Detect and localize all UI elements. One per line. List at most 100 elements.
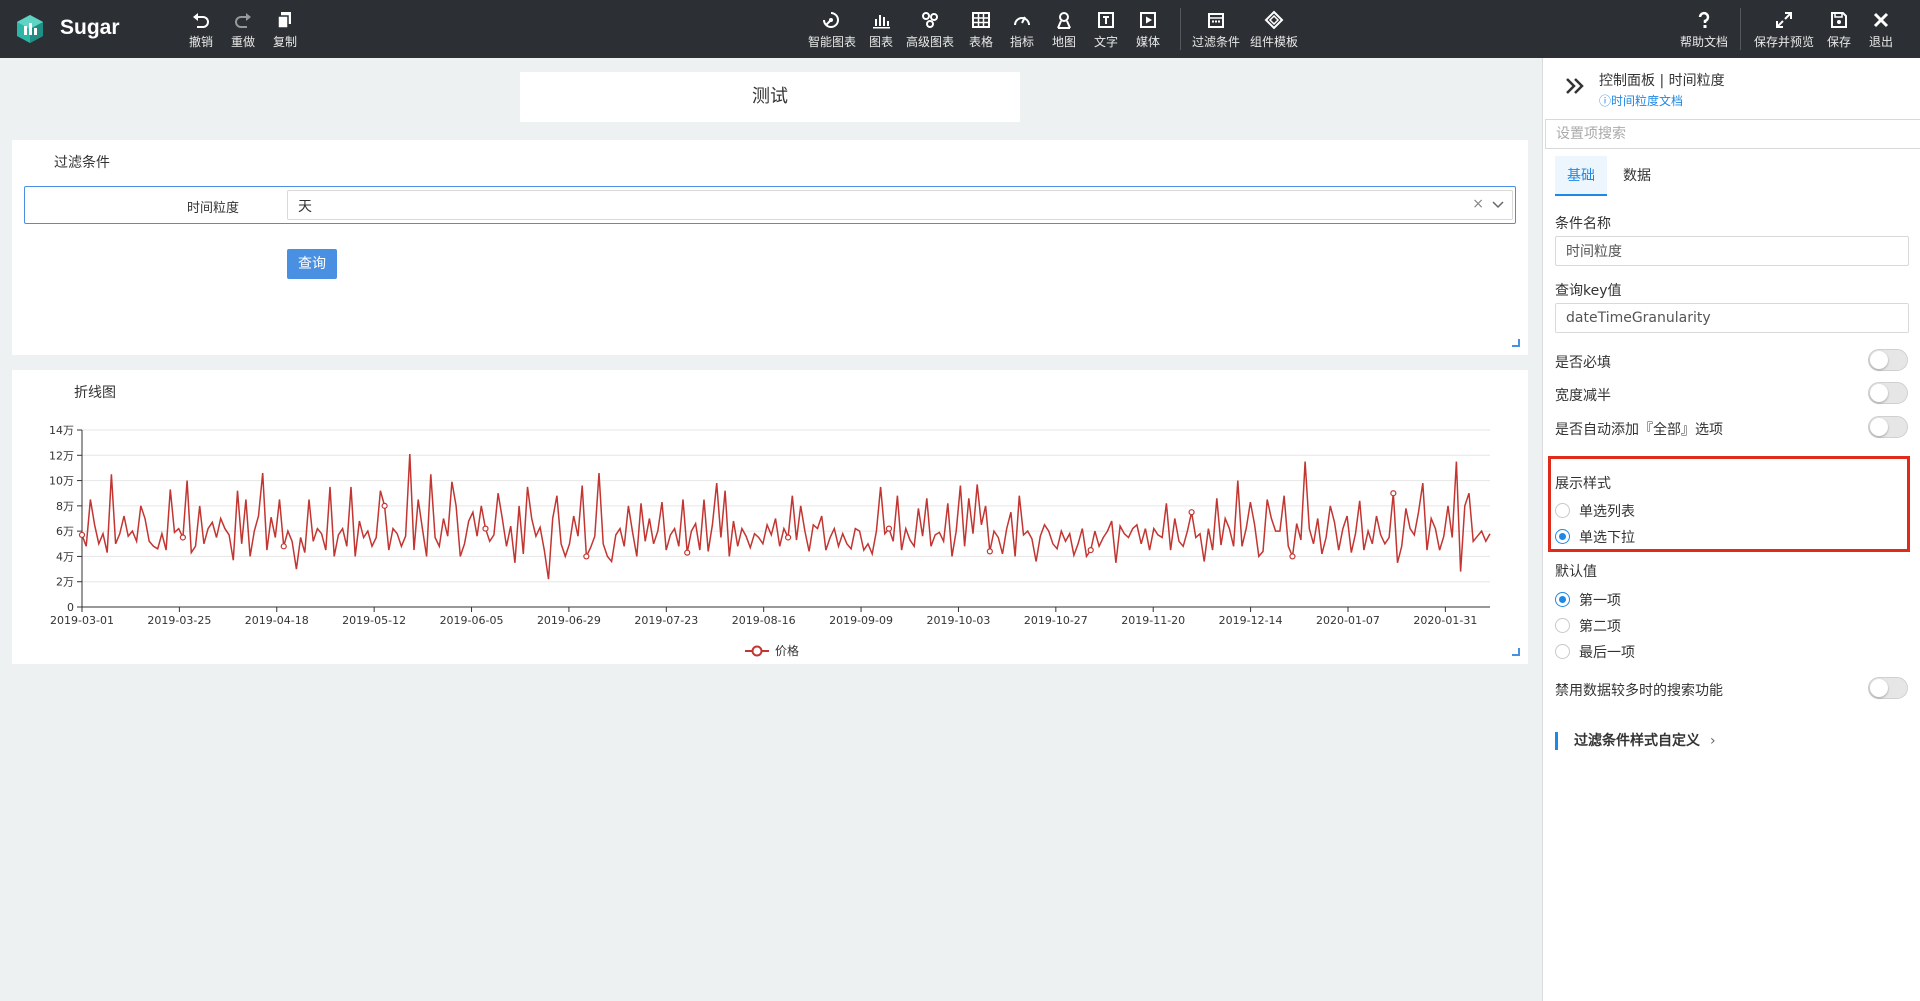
advanced-chart-icon [922, 12, 938, 28]
data-point [179, 534, 186, 541]
page-title[interactable]: 测试 [520, 72, 1020, 122]
auto-add-all-toggle[interactable] [1868, 416, 1908, 438]
required-toggle[interactable] [1868, 349, 1908, 371]
x-tick-label: 2019-06-05 [440, 614, 504, 627]
data-point [885, 525, 893, 532]
help-icon [1698, 11, 1710, 28]
chevron-down-icon[interactable] [1492, 200, 1504, 210]
auto-add-all-label: 是否自动添加『全部』选项 [1555, 422, 1723, 438]
chart-label: 图表 [868, 35, 893, 49]
component-template-button[interactable]: 组件模板 [1250, 10, 1298, 52]
copy-label: 复制 [272, 35, 297, 49]
save-preview-button[interactable]: 保存并预览 [1754, 10, 1814, 52]
undo-icon [193, 13, 209, 28]
gauge-icon [1014, 16, 1030, 26]
help-doc-button[interactable]: 帮助文档 [1680, 10, 1728, 52]
data-point [785, 534, 792, 541]
x-tick-label: 2019-11-20 [1121, 614, 1185, 627]
radio-label: 最后一项 [1579, 645, 1635, 661]
x-tick-label: 2019-09-09 [829, 614, 893, 627]
sugar-logo-icon [17, 15, 43, 43]
filter-row-time-granularity[interactable]: 时间粒度 天 × [24, 186, 1516, 224]
expand-icon [1776, 12, 1792, 28]
redo-label: 重做 [230, 35, 255, 49]
advanced-chart-button[interactable]: 高级图表 [906, 10, 954, 52]
copy-button[interactable]: 复制 [262, 10, 308, 52]
table-icon [972, 12, 990, 28]
chart-button[interactable]: 图表 [858, 10, 904, 52]
save-icon [1831, 12, 1847, 28]
series-line-价格 [81, 453, 1491, 580]
half-width-toggle[interactable] [1868, 382, 1908, 404]
query-button[interactable]: 查询 [287, 249, 337, 279]
toolbar-divider-right [1740, 8, 1741, 50]
radio-label: 单选列表 [1579, 504, 1635, 520]
clear-icon[interactable]: × [1472, 196, 1484, 212]
top-toolbar: Sugar 撤销 重做 复制 智能图表 图表 高级图表 表格 指标 地图 文字 [0, 0, 1920, 58]
y-tick-label: 4万 [56, 550, 74, 563]
x-tick-label: 2020-01-31 [1413, 614, 1477, 627]
media-icon [1140, 12, 1156, 28]
default-value-label: 默认值 [1555, 564, 1597, 580]
double-chevron-right-icon[interactable] [1563, 74, 1587, 98]
chart-resize-handle[interactable] [1512, 648, 1520, 656]
filter-condition-label: 过滤条件 [1192, 35, 1241, 49]
map-button[interactable]: 地图 [1041, 10, 1087, 52]
data-point [583, 553, 590, 560]
table-button[interactable]: 表格 [958, 10, 1004, 52]
y-tick-label: 6万 [56, 525, 74, 538]
time-granularity-doc-link[interactable]: ⓘ时间粒度文档 [1599, 92, 1683, 109]
data-point [684, 549, 691, 556]
x-tick-label: 2019-10-03 [926, 614, 990, 627]
indicator-button[interactable]: 指标 [999, 10, 1045, 52]
data-point [1289, 553, 1296, 560]
tab-data[interactable]: 数据 [1611, 156, 1663, 196]
y-tick-label: 14万 [49, 424, 74, 437]
custom-style-label: 过滤条件样式自定义 [1574, 733, 1700, 749]
filter-calendar-icon [1208, 13, 1224, 28]
resize-handle[interactable] [1512, 339, 1520, 347]
x-tick-label: 2020-01-07 [1316, 614, 1380, 627]
selected-value: 天 [298, 199, 312, 215]
disable-search-toggle[interactable] [1868, 677, 1908, 699]
close-icon [1873, 12, 1889, 28]
exit-label: 退出 [1868, 35, 1893, 49]
legend-label: 价格 [775, 643, 799, 658]
undo-button[interactable]: 撤销 [178, 10, 224, 52]
undo-label: 撤销 [188, 35, 213, 49]
filter-condition-button[interactable]: 过滤条件 [1192, 10, 1240, 52]
text-button[interactable]: 文字 [1083, 10, 1129, 52]
text-icon [1098, 12, 1114, 28]
chevron-right-icon: › [1710, 733, 1716, 749]
table-label: 表格 [968, 35, 993, 49]
condition-name-label: 条件名称 [1555, 216, 1611, 232]
smart-chart-label: 智能图表 [808, 35, 857, 49]
radio-unchecked-icon [1555, 503, 1570, 518]
media-button[interactable]: 媒体 [1125, 10, 1171, 52]
condition-name-input[interactable] [1555, 236, 1909, 266]
filter-style-custom-section[interactable]: 过滤条件样式自定义 › [1555, 732, 1716, 750]
query-key-input[interactable] [1555, 303, 1909, 333]
x-tick-label: 2019-08-16 [732, 614, 796, 627]
save-button[interactable]: 保存 [1818, 10, 1860, 52]
required-label: 是否必填 [1555, 355, 1611, 371]
line-chart-card[interactable]: 折线图 0 2万 4万 6万 8万 10万 12万 14万 2019-03-01 2019-03-… [12, 370, 1528, 664]
y-tick-label: 8万 [56, 500, 74, 513]
save-preview-label: 保存并预览 [1754, 35, 1815, 49]
tab-basic[interactable]: 基础 [1555, 156, 1607, 196]
redo-button[interactable]: 重做 [220, 10, 266, 52]
media-label: 媒体 [1135, 35, 1160, 49]
time-granularity-select[interactable]: 天 × [287, 190, 1513, 220]
filter-field-label: 时间粒度 [186, 201, 239, 216]
y-tick-label: 0 [67, 601, 74, 614]
data-point [1087, 547, 1094, 554]
disable-search-label: 禁用数据较多时的搜索功能 [1555, 683, 1723, 699]
smart-chart-button[interactable]: 智能图表 [808, 10, 857, 52]
radio-checked-icon [1555, 592, 1570, 607]
filter-card[interactable]: 过滤条件 时间粒度 天 × 查询 [12, 140, 1528, 355]
radio-checked-icon [1555, 529, 1570, 544]
radio-label: 第一项 [1579, 593, 1621, 609]
y-tick-label: 12万 [49, 449, 74, 462]
exit-button[interactable]: 退出 [1860, 10, 1902, 52]
settings-search-input[interactable] [1545, 119, 1920, 149]
